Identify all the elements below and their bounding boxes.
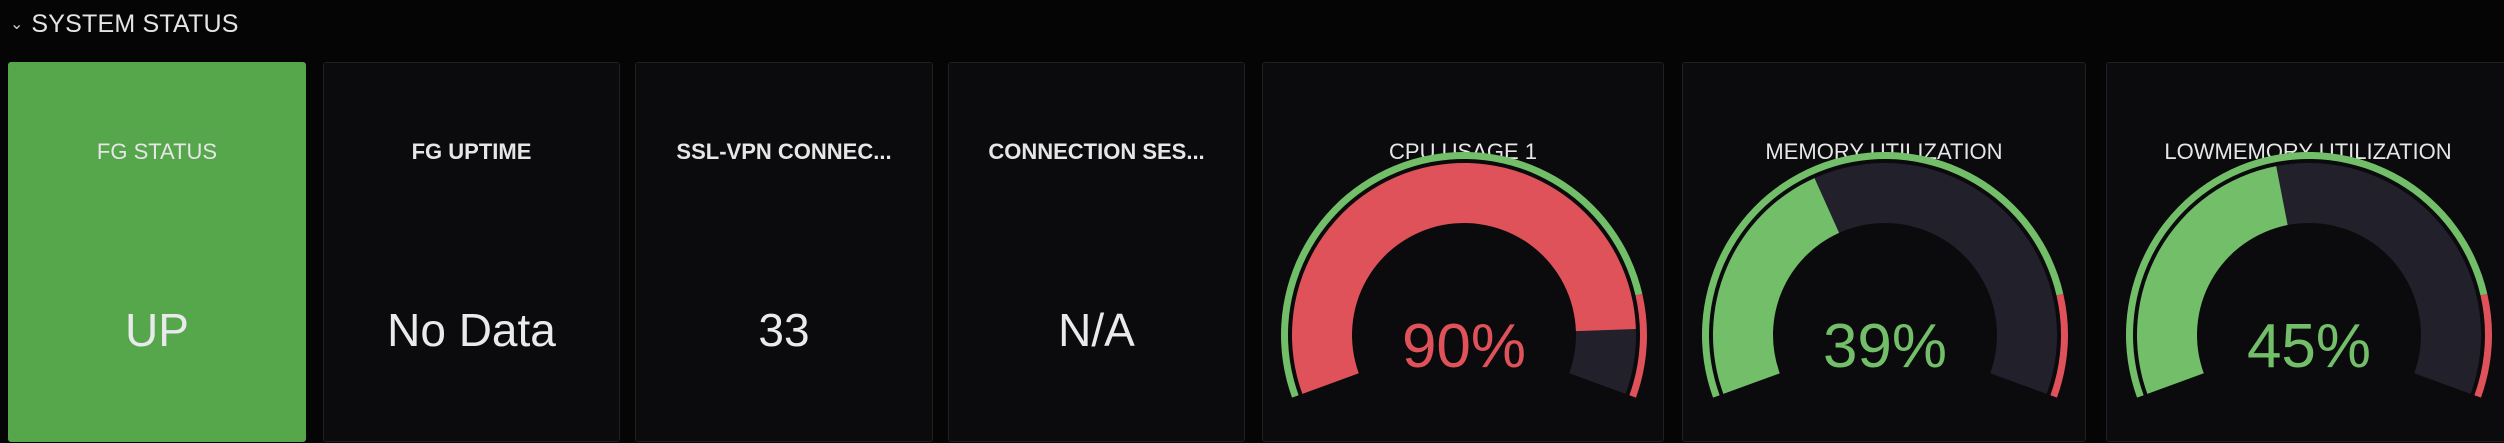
- gauge-value-label: 39%: [1823, 312, 1947, 381]
- stat-value: 33: [758, 304, 810, 356]
- panel-title: CONNECTION SES...: [988, 139, 1205, 164]
- panel-lowmemory-utilization[interactable]: LOWMEMORY UTILIZATION 45%: [2106, 62, 2504, 442]
- gauge-chart: 90%: [1281, 152, 1647, 398]
- panel-cpu-usage[interactable]: CPU USAGE 1 90%: [1262, 62, 1664, 442]
- panel-connection-sessions[interactable]: CONNECTION SES... N/A: [948, 62, 1245, 442]
- stat-value: UP: [125, 304, 189, 356]
- panel-title: FG UPTIME: [411, 139, 532, 164]
- panel-memory-utilization[interactable]: MEMORY UTILIZATION 39%: [1682, 62, 2086, 442]
- panel-fg-status[interactable]: FG STATUS UP: [8, 62, 306, 442]
- row-header-system-status[interactable]: ⌄ SYSTEM STATUS: [10, 6, 239, 42]
- stat-value: No Data: [387, 304, 556, 356]
- gauge-value-arc: [1713, 178, 1840, 394]
- chevron-down-icon: ⌄: [10, 16, 24, 33]
- row-title: SYSTEM STATUS: [31, 9, 239, 38]
- panel-title: FG STATUS: [96, 139, 218, 164]
- gauge-chart: 39%: [1702, 151, 2068, 398]
- gauge-chart: 45%: [2126, 151, 2492, 398]
- stat-value: N/A: [1058, 304, 1135, 356]
- panel-fg-uptime[interactable]: FG UPTIME No Data: [323, 62, 620, 442]
- panel-ssl-vpn-connections[interactable]: SSL-VPN CONNEC... 33: [635, 62, 933, 442]
- gauge-value-label: 45%: [2247, 312, 2371, 381]
- panel-title: SSL-VPN CONNEC...: [676, 139, 892, 164]
- gauge-value-label: 90%: [1402, 312, 1526, 381]
